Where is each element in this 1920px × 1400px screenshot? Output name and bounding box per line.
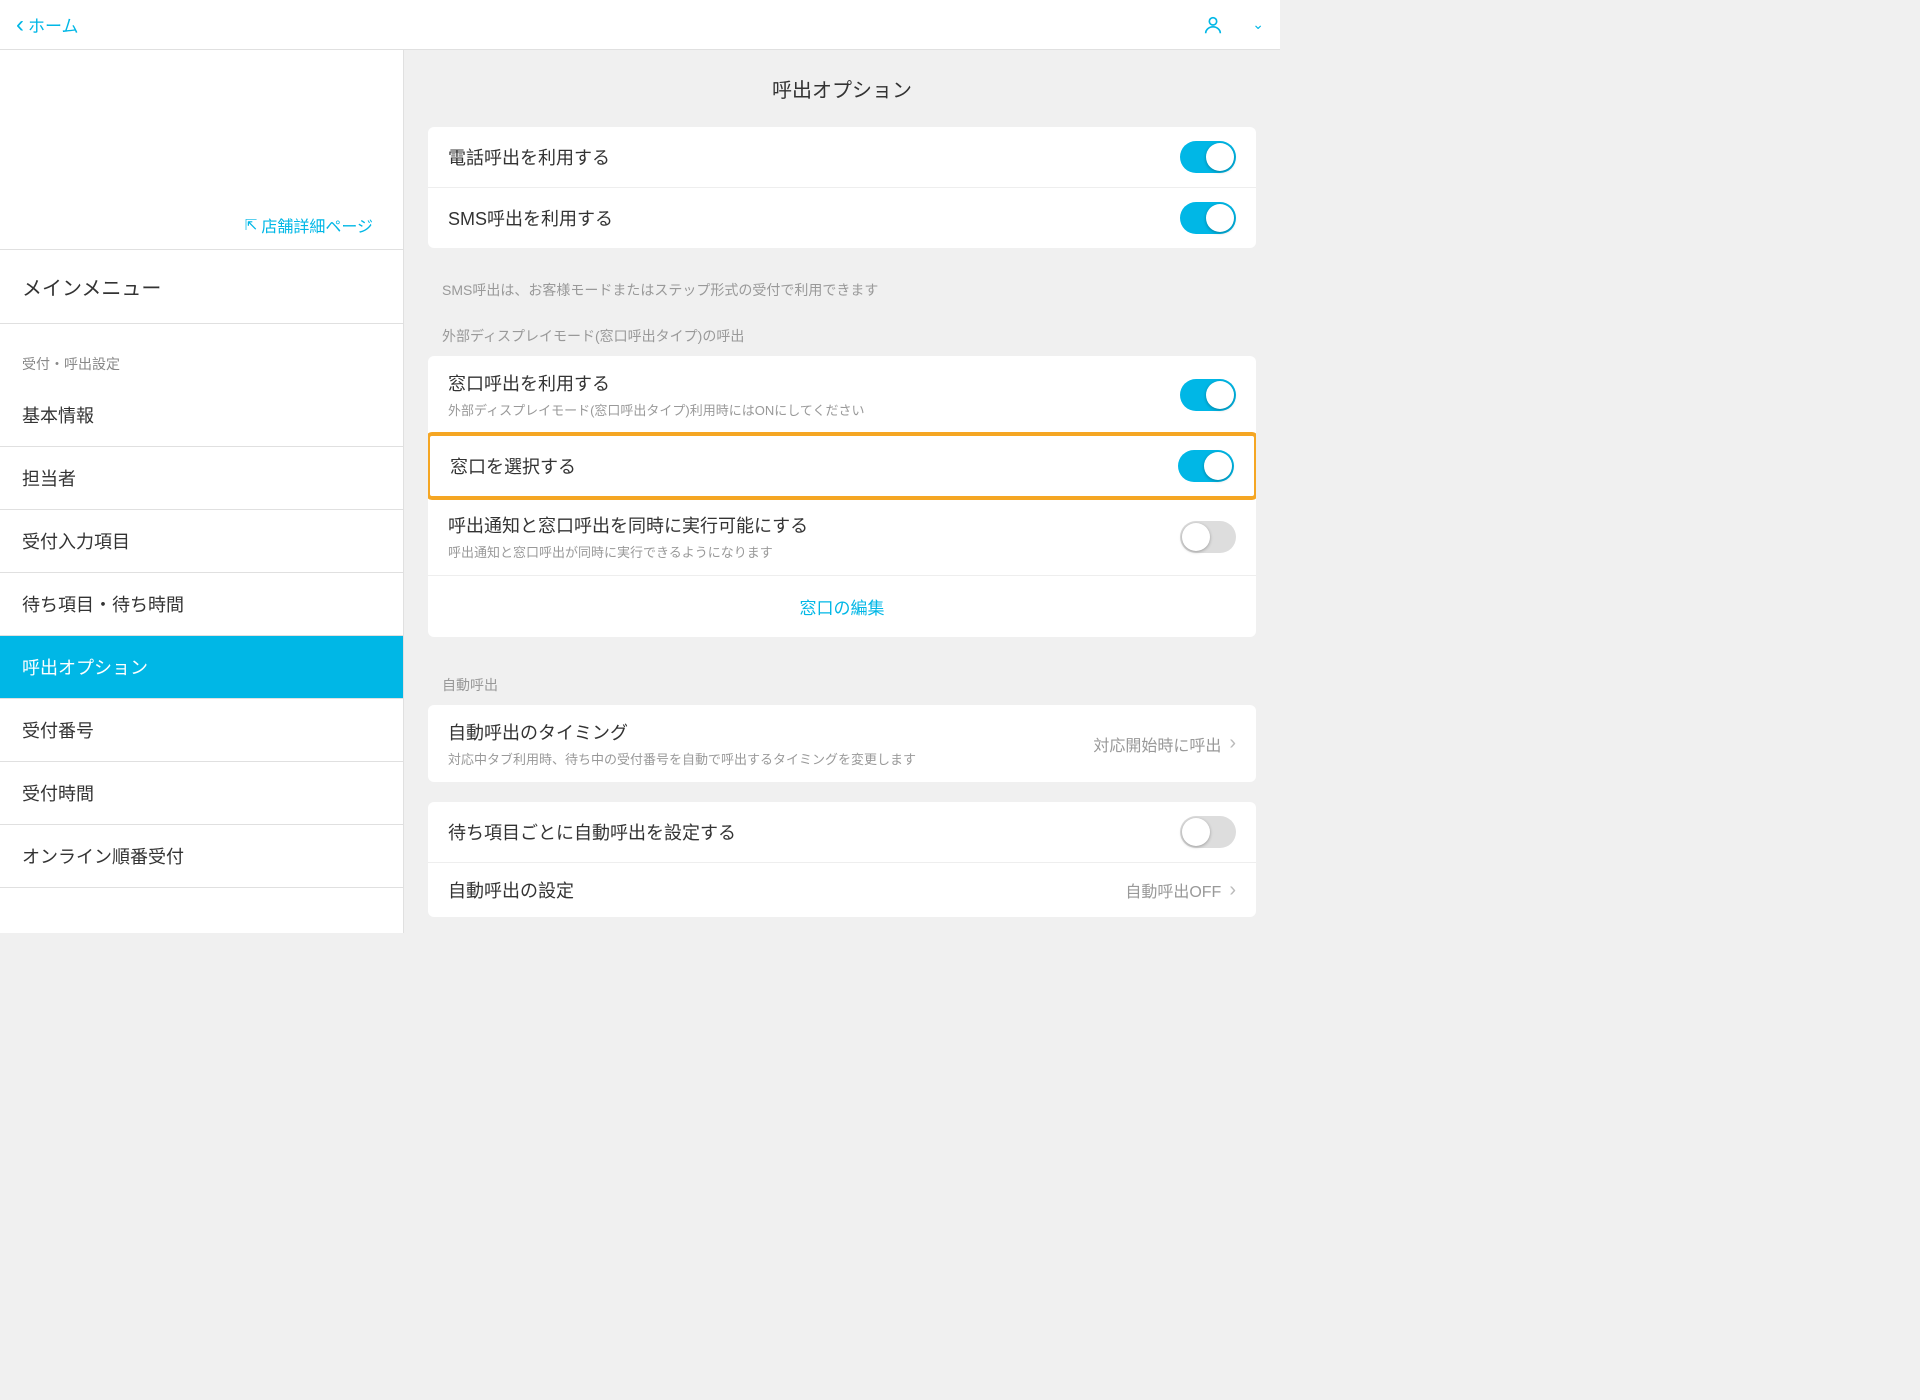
auto-call-setting-value: 自動呼出OFF xyxy=(1125,878,1221,902)
sms-caption: SMS呼出は、お客様モードまたはステップ形式の受付で利用できます xyxy=(404,268,1280,308)
external-display-header: 外部ディスプレイモード(窓口呼出タイプ)の呼出 xyxy=(404,308,1280,356)
sidebar-item-reception-number[interactable]: 受付番号 xyxy=(0,699,403,762)
auto-call-timing-desc: 対応中タブ利用時、待ち中の受付番号を自動で呼出するタイミングを変更します xyxy=(448,749,1093,768)
auto-call-timing-label: 自動呼出のタイミング xyxy=(448,719,1093,745)
toggle-sms-call[interactable] xyxy=(1180,202,1236,234)
use-window-call-label: 窓口呼出を利用する xyxy=(448,370,1180,396)
page-title: 呼出オプション xyxy=(404,50,1280,127)
sidebar-item-staff[interactable]: 担当者 xyxy=(0,447,403,510)
group-window-call: 窓口呼出を利用する 外部ディスプレイモード(窓口呼出タイプ)利用時にはONにして… xyxy=(428,356,1256,637)
row-select-window: 窓口を選択する xyxy=(430,436,1254,496)
topbar: ‹ ホーム ⌄ xyxy=(0,0,1280,50)
sidebar-item-basic-info[interactable]: 基本情報 xyxy=(0,384,403,447)
sidebar-item-wait-items[interactable]: 待ち項目・待ち時間 xyxy=(0,573,403,636)
sidebar-item-call-options[interactable]: 呼出オプション xyxy=(0,636,403,699)
row-sms-call: SMS呼出を利用する xyxy=(428,188,1256,248)
store-detail-link[interactable]: ⇱ 店舗詳細ページ xyxy=(245,213,373,237)
toggle-use-window-call[interactable] xyxy=(1180,379,1236,411)
sidebar: ⇱ 店舗詳細ページ メインメニュー 受付・呼出設定 基本情報 担当者 受付入力項… xyxy=(0,50,404,933)
external-link-icon: ⇱ xyxy=(245,216,258,234)
auto-call-timing-value: 対応開始時に呼出 xyxy=(1093,732,1221,756)
row-auto-call-timing[interactable]: 自動呼出のタイミング 対応中タブ利用時、待ち中の受付番号を自動で呼出するタイミン… xyxy=(428,705,1256,782)
row-use-window-call: 窓口呼出を利用する 外部ディスプレイモード(窓口呼出タイプ)利用時にはONにして… xyxy=(428,356,1256,434)
auto-call-header: 自動呼出 xyxy=(404,657,1280,705)
use-window-call-desc: 外部ディスプレイモード(窓口呼出タイプ)利用時にはONにしてください xyxy=(448,400,1180,419)
sidebar-item-reception-time[interactable]: 受付時間 xyxy=(0,762,403,825)
chevron-right-icon: › xyxy=(1229,879,1236,902)
simultaneous-call-desc: 呼出通知と窓口呼出が同時に実行できるようになります xyxy=(448,542,1180,561)
back-button[interactable]: ‹ ホーム xyxy=(16,11,79,39)
highlight-select-window: 窓口を選択する xyxy=(428,432,1256,500)
section-label: 受付・呼出設定 xyxy=(0,324,403,384)
toggle-simultaneous-call[interactable] xyxy=(1180,521,1236,553)
chevron-left-icon: ‹ xyxy=(16,11,24,39)
row-auto-call-setting[interactable]: 自動呼出の設定 自動呼出OFF › xyxy=(428,863,1256,917)
row-simultaneous-call: 呼出通知と窓口呼出を同時に実行可能にする 呼出通知と窓口呼出が同時に実行できるよ… xyxy=(428,498,1256,576)
sidebar-top: ⇱ 店舗詳細ページ xyxy=(0,50,403,250)
simultaneous-call-label: 呼出通知と窓口呼出を同時に実行可能にする xyxy=(448,512,1180,538)
select-window-label: 窓口を選択する xyxy=(450,453,1178,479)
row-per-wait-item-auto-call: 待ち項目ごとに自動呼出を設定する xyxy=(428,802,1256,863)
toggle-select-window[interactable] xyxy=(1178,450,1234,482)
user-icon[interactable] xyxy=(1202,14,1224,36)
sms-call-label: SMS呼出を利用する xyxy=(448,205,1180,231)
toggle-per-wait-item[interactable] xyxy=(1180,816,1236,848)
sidebar-item-reception-input[interactable]: 受付入力項目 xyxy=(0,510,403,573)
group-auto-call-settings: 待ち項目ごとに自動呼出を設定する 自動呼出の設定 自動呼出OFF › xyxy=(428,802,1256,917)
auto-call-setting-label: 自動呼出の設定 xyxy=(448,877,1125,903)
row-phone-call: 電話呼出を利用する xyxy=(428,127,1256,188)
main-menu-header[interactable]: メインメニュー xyxy=(0,250,403,324)
edit-window-link[interactable]: 窓口の編集 xyxy=(428,576,1256,637)
sidebar-item-online-queue[interactable]: オンライン順番受付 xyxy=(0,825,403,888)
phone-call-label: 電話呼出を利用する xyxy=(448,144,1180,170)
chevron-down-icon[interactable]: ⌄ xyxy=(1252,16,1264,33)
store-link-label: 店舗詳細ページ xyxy=(261,213,373,237)
toggle-phone-call[interactable] xyxy=(1180,141,1236,173)
per-wait-item-label: 待ち項目ごとに自動呼出を設定する xyxy=(448,819,1180,845)
main-content: 呼出オプション 電話呼出を利用する SMS呼出を利用する SMS呼出は、お客様モ… xyxy=(404,50,1280,933)
chevron-right-icon: › xyxy=(1229,732,1236,755)
group-auto-call-timing: 自動呼出のタイミング 対応中タブ利用時、待ち中の受付番号を自動で呼出するタイミン… xyxy=(428,705,1256,782)
group-call-methods: 電話呼出を利用する SMS呼出を利用する xyxy=(428,127,1256,248)
back-label: ホーム xyxy=(28,12,79,37)
